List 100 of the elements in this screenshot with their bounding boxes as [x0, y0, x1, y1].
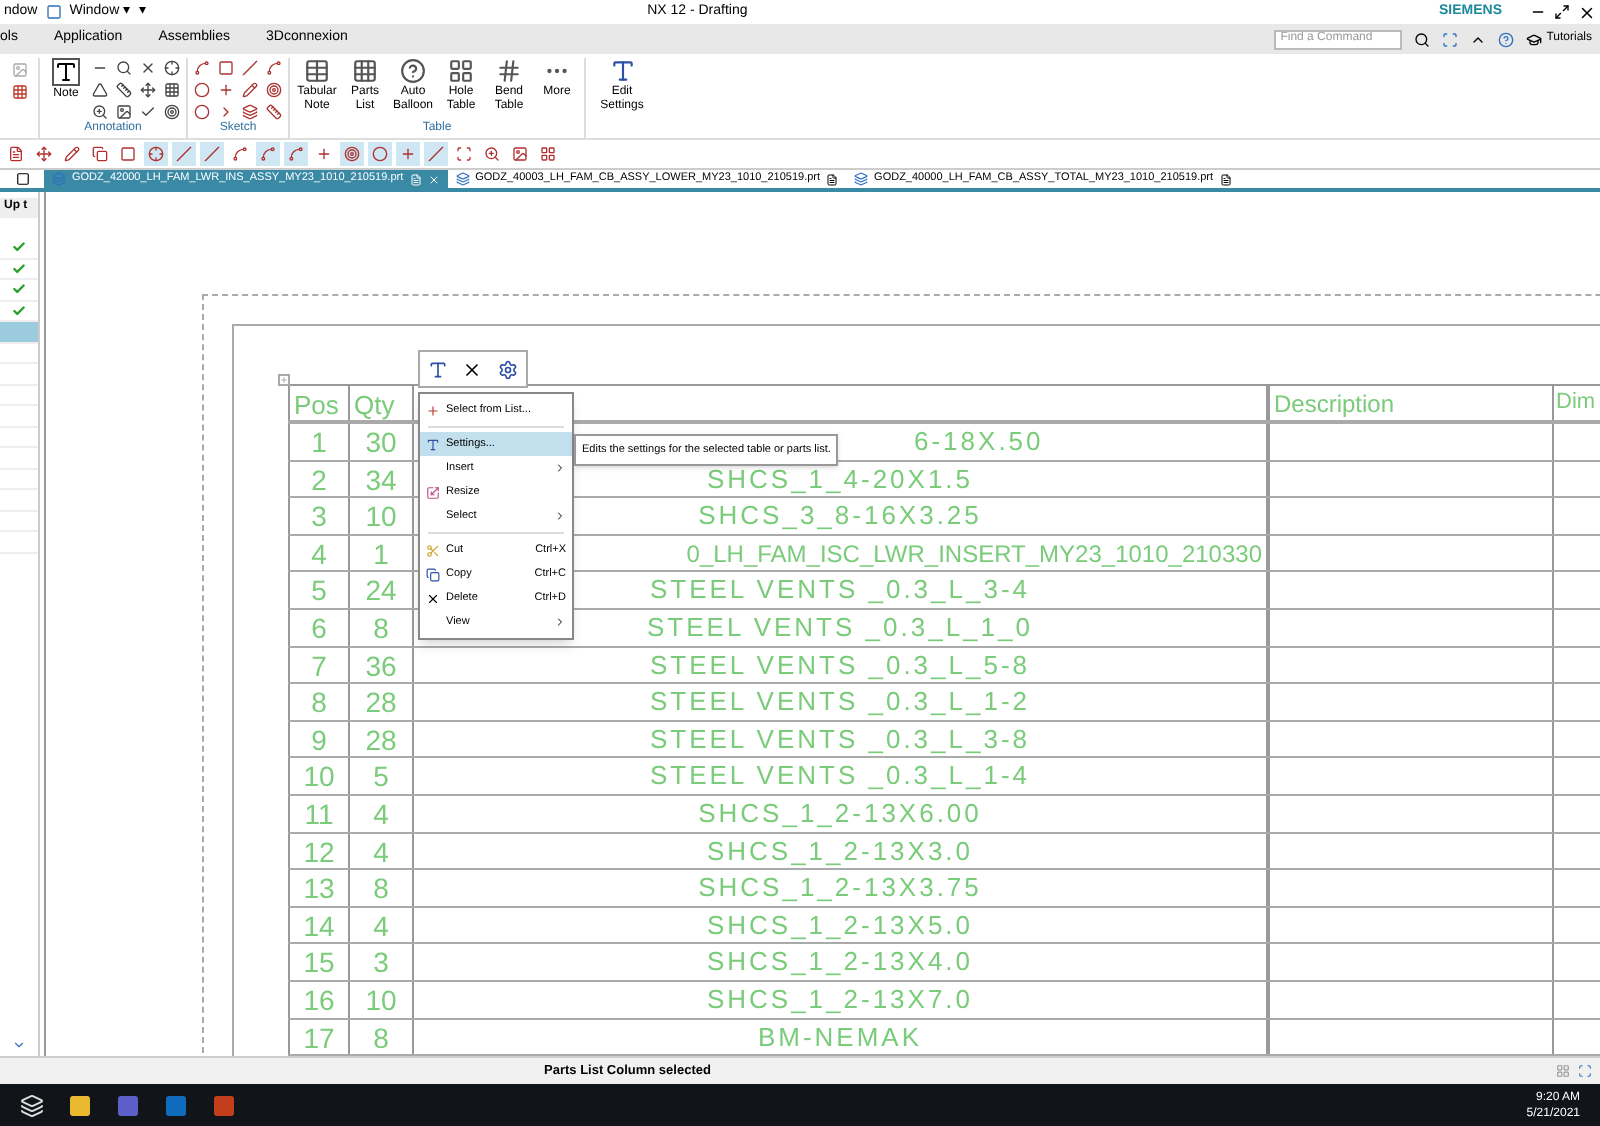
- file-icon: [826, 173, 839, 185]
- toolbar-button[interactable]: [396, 142, 420, 166]
- toolbar-button[interactable]: [480, 142, 504, 166]
- toolbar-button[interactable]: [116, 142, 140, 166]
- navigator-row[interactable]: [0, 238, 38, 259]
- maximize-icon[interactable]: [1554, 4, 1570, 20]
- app-icon[interactable]: [20, 1093, 44, 1117]
- tool-icon: [64, 146, 80, 162]
- tool-icon[interactable]: [116, 60, 132, 76]
- toolbar-button[interactable]: [424, 142, 448, 166]
- table-cell: 8: [348, 870, 412, 906]
- toolbar-button[interactable]: [452, 142, 476, 166]
- table-cell: 12: [288, 833, 348, 869]
- tool-icon[interactable]: [140, 82, 156, 98]
- table-cell: 7: [288, 647, 348, 683]
- toolbar-button[interactable]: [200, 142, 224, 166]
- tool-icon[interactable]: [164, 82, 180, 98]
- help-icon[interactable]: [1498, 31, 1515, 47]
- close-icon: [426, 591, 440, 605]
- toolbar-button[interactable]: [144, 142, 168, 166]
- table-cell: SHCS_1_2-13X7.0: [412, 981, 1266, 1017]
- file-icon: [1219, 173, 1232, 185]
- table-cell: 4: [348, 795, 412, 832]
- table-cell: 1: [288, 424, 348, 460]
- navigator-row[interactable]: [0, 280, 38, 301]
- properties-icon[interactable]: [498, 359, 519, 379]
- tool-icon: [484, 146, 500, 162]
- table-cell: SHCS_1_2-13X3.0: [412, 833, 1266, 869]
- table-cell: SHCS_1_2-13X5.0: [412, 907, 1266, 943]
- toolbar-button[interactable]: [368, 142, 392, 166]
- scissors-icon: [426, 543, 440, 557]
- table-cell: 30: [348, 424, 412, 460]
- toolbar-button[interactable]: [508, 142, 532, 166]
- window-icon: [45, 4, 62, 20]
- toolbar-button[interactable]: [88, 142, 112, 166]
- grid-icon[interactable]: [11, 84, 27, 100]
- delete-icon[interactable]: [462, 359, 483, 379]
- part-icon: [455, 172, 470, 186]
- toolbar-button[interactable]: [340, 142, 364, 166]
- tool-icon[interactable]: [116, 104, 132, 120]
- fit-icon[interactable]: [1578, 1064, 1592, 1078]
- chevron-down-icon[interactable]: [12, 1038, 26, 1052]
- table-cell: 8: [288, 684, 348, 720]
- table-cell: SHCS_1_2-13X6.00: [412, 795, 1266, 832]
- table-cell: BM-NEMAK: [412, 1019, 1266, 1055]
- toolbar-button[interactable]: [256, 142, 280, 166]
- resize-icon: [426, 485, 440, 499]
- tool-icon[interactable]: [92, 104, 108, 120]
- tool-icon: [148, 146, 164, 162]
- toolbar-button[interactable]: [172, 142, 196, 166]
- toolbar-button[interactable]: [32, 142, 56, 166]
- search-icon[interactable]: [1414, 31, 1431, 47]
- close-icon[interactable]: [1578, 3, 1596, 21]
- table-cell: 28: [348, 721, 412, 757]
- text-settings-icon[interactable]: [427, 359, 448, 379]
- tool-icon: [92, 146, 108, 162]
- panel-icon[interactable]: [15, 172, 29, 186]
- table-cell: 28: [348, 684, 412, 720]
- table-cell: 8: [348, 609, 412, 646]
- toolbar-button[interactable]: [536, 142, 560, 166]
- table-cell: STEEL VENTS _0.3_L_3-8: [412, 721, 1266, 757]
- table-cell: 10: [348, 498, 412, 534]
- table-cell: STEEL VENTS _0.3_L_1-4: [412, 758, 1266, 794]
- table-cell: 17: [288, 1019, 348, 1055]
- tool-icon: [540, 146, 556, 162]
- tool-icon[interactable]: [194, 60, 210, 76]
- table-cell: 24: [348, 572, 412, 608]
- tool-icon: [120, 146, 136, 162]
- table-cell: 16: [288, 981, 348, 1017]
- column-header: Qty: [348, 386, 412, 420]
- tool-icon[interactable]: [164, 60, 180, 76]
- tool-icon[interactable]: [266, 60, 282, 76]
- plus-icon: [426, 403, 440, 417]
- tool-icon: [512, 146, 528, 162]
- tool-icon[interactable]: [242, 104, 258, 120]
- toolbar-button[interactable]: [60, 142, 84, 166]
- graduation-cap-icon: [1526, 31, 1543, 47]
- tool-icon[interactable]: [242, 82, 258, 98]
- part-icon: [854, 172, 869, 186]
- table-cell: 1: [348, 535, 412, 571]
- tool-icon: [400, 146, 416, 162]
- fit-icon[interactable]: [1442, 31, 1459, 47]
- tool-icon: [316, 146, 332, 162]
- close-tab-icon[interactable]: [427, 173, 440, 185]
- text-settings-icon: [426, 437, 440, 451]
- toolbar-button[interactable]: [4, 142, 28, 166]
- navigator-row[interactable]: [0, 259, 38, 280]
- table-cell: 10: [288, 758, 348, 794]
- table-cell: 4: [288, 535, 348, 571]
- table-cell: 5: [348, 758, 412, 794]
- column-header: Pos: [288, 386, 348, 420]
- tool-icon: [428, 146, 444, 162]
- toolbar-button[interactable]: [284, 142, 308, 166]
- tool-icon[interactable]: [116, 82, 132, 98]
- table-cell: 11: [288, 795, 348, 832]
- tool-icon[interactable]: [140, 60, 156, 76]
- tool-icon: [8, 146, 24, 162]
- tool-icon[interactable]: [266, 104, 282, 120]
- text-settings-icon: [609, 58, 635, 84]
- toolbar-button[interactable]: [228, 142, 252, 166]
